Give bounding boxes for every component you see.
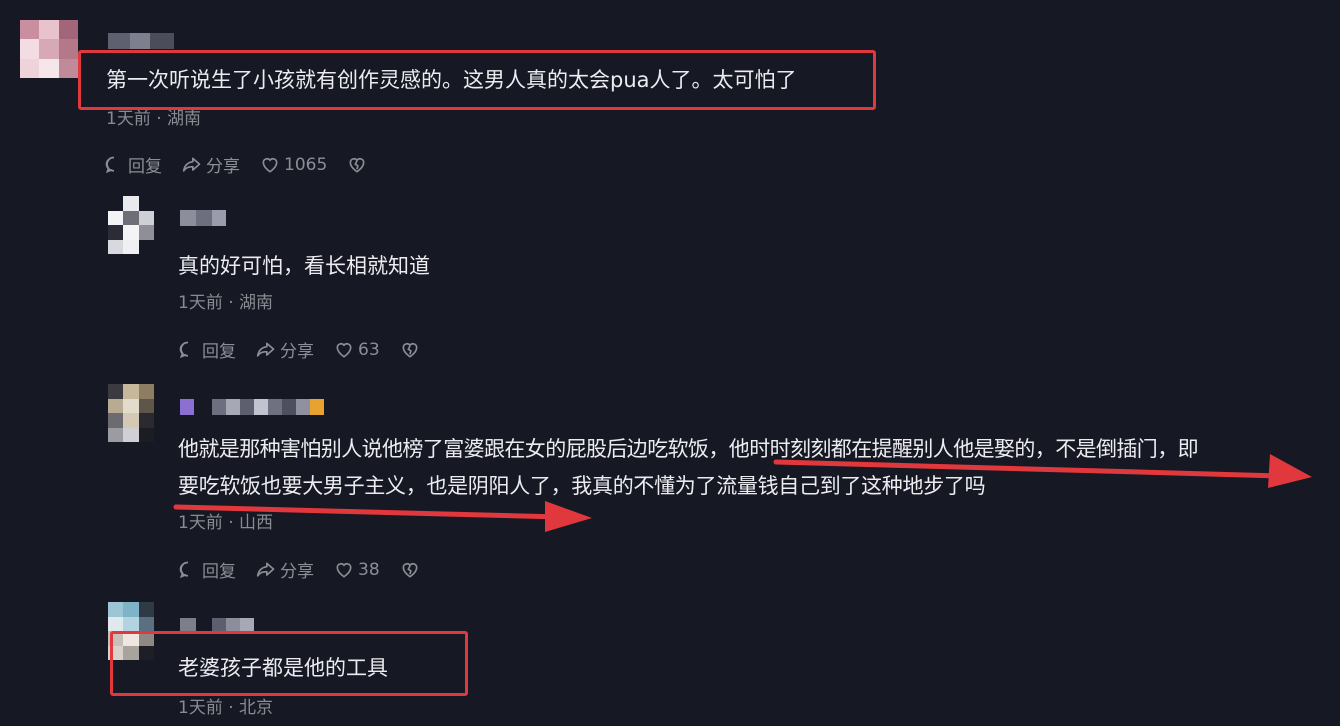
share-label: 分享 [280,342,314,362]
comment-text: 真的好可怕，看长相就知道 [178,254,430,278]
share-arrow-icon [256,562,275,577]
reply-label: 回复 [202,342,236,362]
avatar[interactable] [108,196,154,254]
share-button[interactable]: 分享 [182,152,240,177]
broken-heart-icon [402,562,418,578]
username[interactable] [108,33,174,49]
comment-text-line: 他就是那种害怕别人说他榜了富婆跟在女的屁股后边吃软饭，他时时刻刻都在提醒别人他是… [178,437,1199,461]
arrowhead-icon [1268,454,1312,488]
like-count: 63 [358,339,380,360]
reply-button[interactable]: 回复 [104,152,162,177]
username[interactable] [180,399,324,415]
like-button[interactable]: 63 [334,340,380,360]
heart-icon [336,562,352,578]
like-button[interactable]: 38 [334,560,380,580]
arrowhead-icon [545,501,592,532]
like-button[interactable]: 1065 [260,155,327,175]
dislike-button[interactable] [400,560,420,580]
comment-meta: 1天前 · 北京 [178,698,274,718]
comment-bubble-icon [179,341,189,358]
broken-heart-icon [349,157,365,173]
like-count: 38 [358,559,380,580]
comment-meta: 1天前 · 山西 [178,513,274,533]
username[interactable] [180,210,226,226]
share-arrow-icon [182,157,201,172]
share-button[interactable]: 分享 [256,557,314,582]
share-label: 分享 [280,562,314,582]
avatar[interactable] [20,20,78,78]
avatar[interactable] [108,384,154,442]
highlight-box [110,631,468,696]
comment-meta: 1天前 · 湖南 [178,293,274,313]
comment-bubble-icon [179,561,189,578]
heart-icon [336,342,352,358]
share-button[interactable]: 分享 [256,337,314,362]
comment-text-line: 要吃软饭也要大男子主义，也是阴阳人了，我真的不懂为了流量钱自己到了这种地步了吗 [178,474,986,498]
reply-button[interactable]: 回复 [178,557,236,582]
heart-icon [262,157,278,173]
comment-bubble-icon [105,156,115,173]
comment-actions: 回复 分享 1065 [104,152,387,177]
comment-actions: 回复 分享 63 [178,337,440,362]
like-count: 1065 [284,154,328,175]
dislike-button[interactable] [400,340,420,360]
share-arrow-icon [256,342,275,357]
comment-actions: 回复 分享 38 [178,557,440,582]
reply-label: 回复 [202,562,236,582]
share-label: 分享 [206,157,240,177]
reply-label: 回复 [128,157,162,177]
highlight-box [78,50,876,110]
broken-heart-icon [402,342,418,358]
dislike-button[interactable] [347,155,367,175]
reply-button[interactable]: 回复 [178,337,236,362]
